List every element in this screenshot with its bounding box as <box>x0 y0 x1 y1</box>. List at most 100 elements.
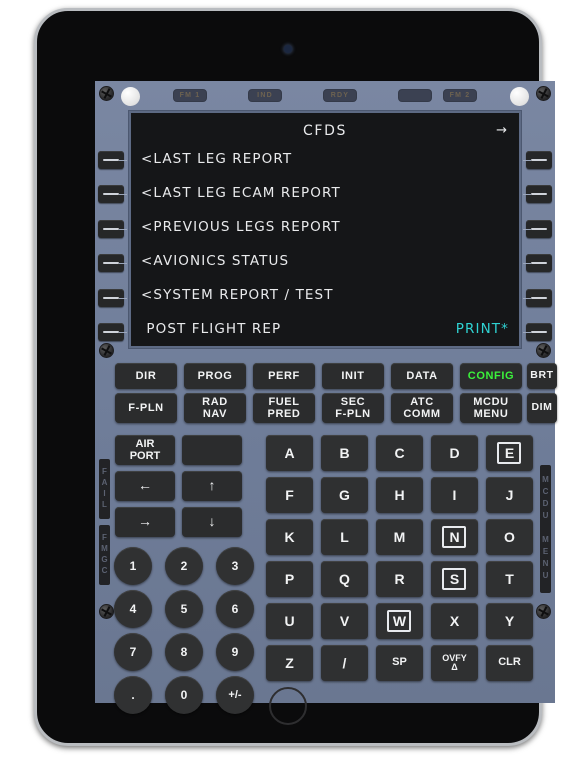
key-num-dot[interactable]: . <box>114 676 152 714</box>
lsk-tick-r4 <box>523 263 531 264</box>
key-z[interactable]: Z <box>266 645 313 681</box>
annunciator-blank <box>398 89 432 102</box>
key-num-6[interactable]: 6 <box>216 590 254 628</box>
fkey-secfpln-line1: SEC <box>340 395 366 408</box>
key-num-2[interactable]: 2 <box>165 547 203 585</box>
key-h[interactable]: H <box>376 477 423 513</box>
fkey-fpln[interactable]: F-PLN <box>115 393 177 423</box>
key-clear-label: CLR <box>498 656 521 669</box>
function-key-block: DIR PROG PERF INIT DATA CONFIG BRT F-PLN… <box>115 363 557 425</box>
key-arrow-right[interactable]: → <box>115 507 175 537</box>
screen-line-5-label: <SYSTEM REPORT / TEST <box>141 287 334 303</box>
key-f[interactable]: F <box>266 477 313 513</box>
key-clear[interactable]: CLR <box>486 645 533 681</box>
key-t[interactable]: T <box>486 561 533 597</box>
fkey-dim[interactable]: DIM <box>527 393 557 423</box>
key-y[interactable]: Y <box>486 603 533 639</box>
annunciator-fm1: FM 1 <box>173 89 207 102</box>
key-num-1[interactable]: 1 <box>114 547 152 585</box>
key-slash[interactable]: / <box>321 645 368 681</box>
key-airport-line2: PORT <box>129 450 161 462</box>
screen-line-3[interactable]: <PREVIOUS LEGS REPORT <box>141 210 509 244</box>
key-c[interactable]: C <box>376 435 423 471</box>
mcdu-screen-bezel: CFDS → <LAST LEG REPORT <LAST LEG ECAM R… <box>128 110 522 349</box>
key-l[interactable]: L <box>321 519 368 555</box>
key-airport[interactable]: AIR PORT <box>115 435 175 465</box>
print-action-label[interactable]: PRINT* <box>456 321 509 337</box>
key-g[interactable]: G <box>321 477 368 513</box>
key-num-0[interactable]: 0 <box>165 676 203 714</box>
key-num-5[interactable]: 5 <box>165 590 203 628</box>
screen-line-4-label: <AVIONICS STATUS <box>141 253 290 269</box>
fkey-perf[interactable]: PERF <box>253 363 315 389</box>
fail-indicator-label: FAIL <box>99 459 110 519</box>
fkey-data[interactable]: DATA <box>391 363 453 389</box>
fkey-fuelpred[interactable]: FUEL PRED <box>253 393 315 423</box>
fkey-mcdumenu-line1: MCDU <box>473 395 509 408</box>
screen-line-2-label: <LAST LEG ECAM REPORT <box>141 185 341 201</box>
fkey-init[interactable]: INIT <box>322 363 384 389</box>
key-d[interactable]: D <box>431 435 478 471</box>
lsk-tick-l2 <box>119 194 127 195</box>
key-p[interactable]: P <box>266 561 313 597</box>
fkey-brt[interactable]: BRT <box>527 363 557 389</box>
key-space[interactable]: SP <box>376 645 423 681</box>
key-arrow-left[interactable]: ← <box>115 471 175 501</box>
key-r[interactable]: R <box>376 561 423 597</box>
key-q[interactable]: Q <box>321 561 368 597</box>
screen-line-5[interactable]: <SYSTEM REPORT / TEST <box>141 278 509 312</box>
fkey-dir[interactable]: DIR <box>115 363 177 389</box>
annunciator-fm2: FM 2 <box>443 89 477 102</box>
key-num-4[interactable]: 4 <box>114 590 152 628</box>
key-w-selection-box <box>387 610 411 632</box>
key-a[interactable]: A <box>266 435 313 471</box>
key-i[interactable]: I <box>431 477 478 513</box>
fkey-secfpln[interactable]: SEC F-PLN <box>322 393 384 423</box>
annunciator-rdy: RDY <box>323 89 357 102</box>
key-o[interactable]: O <box>486 519 533 555</box>
key-overfly-symbol: Δ <box>451 662 458 672</box>
key-m[interactable]: M <box>376 519 423 555</box>
fkey-mcdumenu[interactable]: MCDU MENU <box>460 393 522 423</box>
fkey-prog[interactable]: PROG <box>184 363 246 389</box>
key-arrow-up[interactable]: ↑ <box>182 471 242 501</box>
lsk-tick-r2 <box>523 194 531 195</box>
next-page-arrow-icon[interactable]: → <box>496 123 507 138</box>
fkey-radnav-line1: RAD <box>202 395 228 408</box>
key-overfly[interactable]: OVFY Δ <box>431 645 478 681</box>
screen-line-6-label: POST FLIGHT REP <box>141 321 282 337</box>
fkey-mcdumenu-line2: MENU <box>473 408 509 420</box>
key-s-selection-box <box>442 568 466 590</box>
screen-line-2[interactable]: <LAST LEG ECAM REPORT <box>141 176 509 210</box>
key-blank[interactable] <box>182 435 242 465</box>
home-button[interactable] <box>269 687 307 725</box>
lsk-tick-l3 <box>119 229 127 230</box>
fkey-atccomm[interactable]: ATC COMM <box>391 393 453 423</box>
key-v[interactable]: V <box>321 603 368 639</box>
annunciator-strip: FM 1 IND RDY FM 2 <box>95 81 555 109</box>
key-num-7[interactable]: 7 <box>114 633 152 671</box>
screen-line-6[interactable]: POST FLIGHT REP PRINT* <box>141 312 509 346</box>
fkey-fuelpred-line1: FUEL <box>268 395 300 408</box>
key-u[interactable]: U <box>266 603 313 639</box>
key-num-8[interactable]: 8 <box>165 633 203 671</box>
fkey-config[interactable]: CONFIG <box>460 363 522 389</box>
fkey-secfpln-line2: F-PLN <box>335 408 371 420</box>
key-k[interactable]: K <box>266 519 313 555</box>
mcdu-screen[interactable]: CFDS → <LAST LEG REPORT <LAST LEG ECAM R… <box>131 113 519 346</box>
screen-line-4[interactable]: <AVIONICS STATUS <box>141 244 509 278</box>
key-num-3[interactable]: 3 <box>216 547 254 585</box>
key-plus-minus[interactable]: +/- <box>216 676 254 714</box>
fkey-fuelpred-line2: PRED <box>267 408 301 420</box>
key-b[interactable]: B <box>321 435 368 471</box>
fkey-radnav[interactable]: RAD NAV <box>184 393 246 423</box>
lsk-tick-r3 <box>523 229 531 230</box>
key-j[interactable]: J <box>486 477 533 513</box>
lsk-tick-l6 <box>119 332 127 333</box>
key-num-9[interactable]: 9 <box>216 633 254 671</box>
lamp-left <box>121 87 140 106</box>
key-x[interactable]: X <box>431 603 478 639</box>
screen-line-1[interactable]: <LAST LEG REPORT <box>141 142 509 176</box>
screw-bottom-right <box>536 604 551 619</box>
key-arrow-down[interactable]: ↓ <box>182 507 242 537</box>
